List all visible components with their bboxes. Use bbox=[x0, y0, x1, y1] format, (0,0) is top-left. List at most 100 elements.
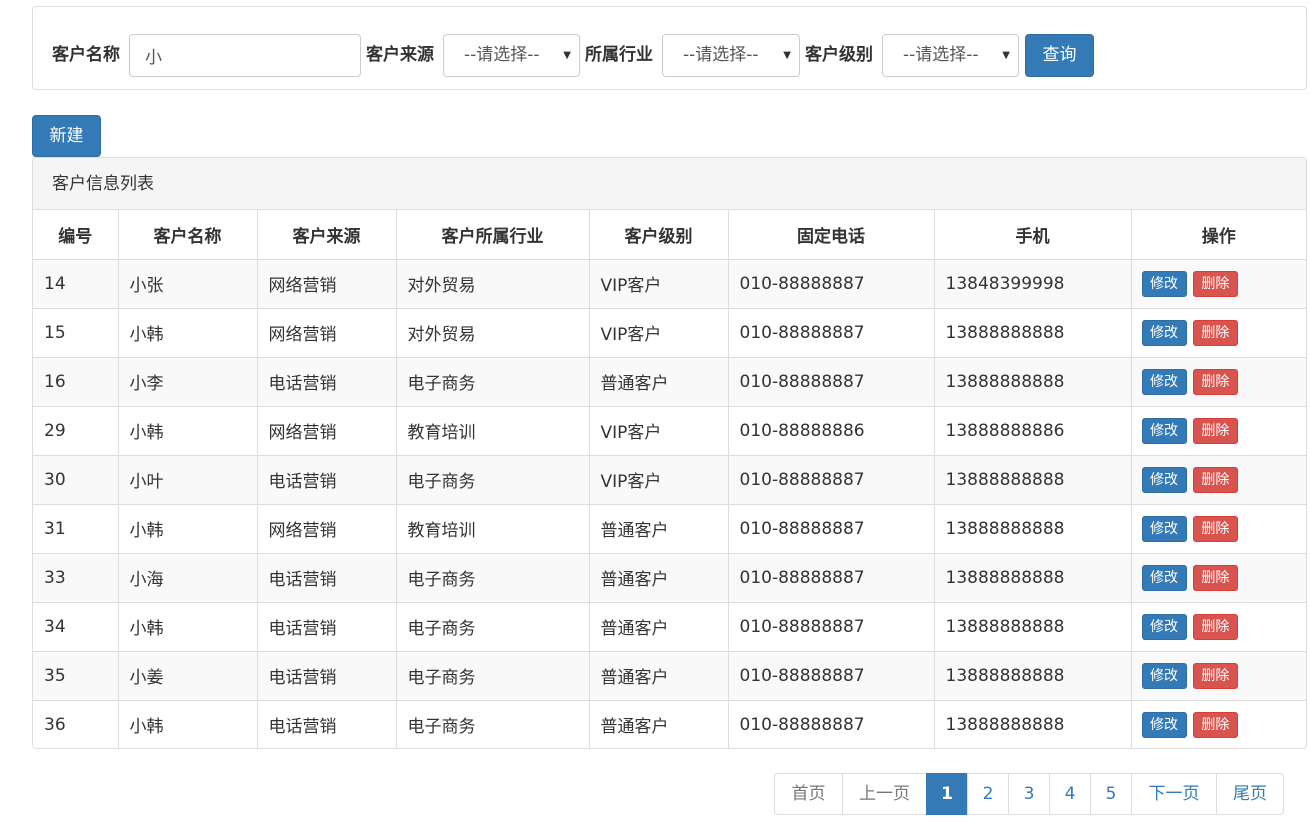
page-next-link[interactable]: 下一页 bbox=[1131, 773, 1217, 815]
query-button[interactable]: 查询 bbox=[1025, 34, 1094, 77]
page-4-link[interactable]: 4 bbox=[1049, 773, 1091, 815]
table-row: 29 小韩 网络营销 教育培训 VIP客户 010-88888886 13888888886… bbox=[33, 406, 1306, 456]
customer-source-label: 客户来源 bbox=[366, 45, 434, 65]
delete-button[interactable]: 删除 bbox=[1192, 564, 1238, 591]
table-header-col-source: 客户来源 bbox=[257, 210, 397, 260]
customer-source-select[interactable]: --请选择-- ▼ bbox=[443, 34, 580, 77]
edit-button[interactable]: 修改 bbox=[1141, 662, 1187, 689]
table-row: 14 小张 网络营销 对外贸易 VIP客户 010-88888887 13848399998… bbox=[33, 259, 1306, 309]
cell-id: 34 bbox=[33, 602, 119, 652]
cell-industry: 电子商务 bbox=[396, 553, 590, 603]
cell-level: 普通客户 bbox=[589, 357, 729, 407]
customer-name-label: 客户名称 bbox=[52, 45, 120, 65]
delete-button[interactable]: 删除 bbox=[1192, 662, 1238, 689]
cell-mobile: 13888888888 bbox=[934, 455, 1132, 505]
cell-source: 电话营销 bbox=[257, 602, 397, 652]
cell-industry: 电子商务 bbox=[396, 700, 590, 748]
cell-source: 网络营销 bbox=[257, 504, 397, 554]
chevron-down-icon: ▼ bbox=[1002, 50, 1010, 61]
edit-button[interactable]: 修改 bbox=[1141, 270, 1187, 297]
cell-mobile: 13888888888 bbox=[934, 357, 1132, 407]
customer-name-input[interactable] bbox=[129, 34, 361, 77]
edit-button[interactable]: 修改 bbox=[1141, 711, 1187, 738]
chevron-down-icon: ▼ bbox=[783, 50, 791, 61]
delete-button[interactable]: 删除 bbox=[1192, 466, 1238, 493]
edit-button[interactable]: 修改 bbox=[1141, 417, 1187, 444]
pagination: 首页 上一页 1 2 3 4 5 下一页 尾页 bbox=[774, 773, 1284, 815]
page-1-link[interactable]: 1 bbox=[926, 773, 968, 815]
cell-actions: 修改 删除 bbox=[1131, 308, 1306, 358]
delete-button[interactable]: 删除 bbox=[1192, 515, 1238, 542]
table-row: 34 小韩 电话营销 电子商务 普通客户 010-88888887 13888888888 修… bbox=[33, 602, 1306, 652]
cell-mobile: 13888888888 bbox=[934, 308, 1132, 358]
edit-button[interactable]: 修改 bbox=[1141, 466, 1187, 493]
customer-level-select[interactable]: --请选择-- ▼ bbox=[882, 34, 1019, 77]
delete-button[interactable]: 删除 bbox=[1192, 613, 1238, 640]
cell-level: VIP客户 bbox=[589, 406, 729, 456]
cell-industry: 教育培训 bbox=[396, 504, 590, 554]
cell-actions: 修改 删除 bbox=[1131, 504, 1306, 554]
page-3-link[interactable]: 3 bbox=[1008, 773, 1050, 815]
cell-actions: 修改 删除 bbox=[1131, 602, 1306, 652]
edit-button[interactable]: 修改 bbox=[1141, 564, 1187, 591]
cell-id: 16 bbox=[33, 357, 119, 407]
table-header-col-phone: 固定电话 bbox=[728, 210, 935, 260]
cell-name: 小海 bbox=[118, 553, 258, 603]
industry-value: --请选择-- bbox=[683, 45, 759, 65]
cell-level: 普通客户 bbox=[589, 700, 729, 748]
cell-name: 小韩 bbox=[118, 308, 258, 358]
edit-button[interactable]: 修改 bbox=[1141, 515, 1187, 542]
cell-actions: 修改 删除 bbox=[1131, 455, 1306, 505]
cell-actions: 修改 删除 bbox=[1131, 357, 1306, 407]
cell-source: 电话营销 bbox=[257, 553, 397, 603]
delete-button[interactable]: 删除 bbox=[1192, 319, 1238, 346]
cell-name: 小叶 bbox=[118, 455, 258, 505]
cell-name: 小姜 bbox=[118, 651, 258, 701]
cell-phone: 010-88888887 bbox=[728, 455, 935, 505]
cell-phone: 010-88888887 bbox=[728, 259, 935, 309]
delete-button[interactable]: 删除 bbox=[1192, 368, 1238, 395]
cell-phone: 010-88888887 bbox=[728, 700, 935, 748]
new-customer-button[interactable]: 新建 bbox=[32, 115, 101, 157]
table-row: 30 小叶 电话营销 电子商务 VIP客户 010-88888887 13888888888… bbox=[33, 455, 1306, 505]
cell-source: 电话营销 bbox=[257, 651, 397, 701]
table-row: 16 小李 电话营销 电子商务 普通客户 010-88888887 13888888888 修… bbox=[33, 357, 1306, 407]
cell-level: 普通客户 bbox=[589, 651, 729, 701]
table-body: 14 小张 网络营销 对外贸易 VIP客户 010-88888887 13848399998… bbox=[33, 259, 1306, 748]
cell-mobile: 13888888886 bbox=[934, 406, 1132, 456]
cell-name: 小李 bbox=[118, 357, 258, 407]
cell-industry: 对外贸易 bbox=[396, 259, 590, 309]
edit-button[interactable]: 修改 bbox=[1141, 368, 1187, 395]
delete-button[interactable]: 删除 bbox=[1192, 270, 1238, 297]
page-last-link[interactable]: 尾页 bbox=[1216, 773, 1284, 815]
cell-name: 小张 bbox=[118, 259, 258, 309]
cell-phone: 010-88888887 bbox=[728, 308, 935, 358]
customer-level-label: 客户级别 bbox=[805, 45, 873, 65]
cell-phone: 010-88888887 bbox=[728, 504, 935, 554]
table-header-row: 编号 客户名称 客户来源 客户所属行业 客户级别 固定电话 手机 操作 bbox=[33, 210, 1306, 260]
cell-source: 网络营销 bbox=[257, 406, 397, 456]
page-5-link[interactable]: 5 bbox=[1090, 773, 1132, 815]
delete-button[interactable]: 删除 bbox=[1192, 711, 1238, 738]
page-first-link[interactable]: 首页 bbox=[774, 773, 843, 815]
table-row: 31 小韩 网络营销 教育培训 普通客户 010-88888887 13888888888 修… bbox=[33, 504, 1306, 554]
cell-name: 小韩 bbox=[118, 504, 258, 554]
delete-button[interactable]: 删除 bbox=[1192, 417, 1238, 444]
cell-source: 网络营销 bbox=[257, 259, 397, 309]
cell-mobile: 13888888888 bbox=[934, 553, 1132, 603]
cell-source: 网络营销 bbox=[257, 308, 397, 358]
customer-list-panel: 客户信息列表 编号 客户名称 客户来源 客户所属行业 客户级别 固定电话 手机 操作 14 小张… bbox=[32, 157, 1307, 749]
industry-select[interactable]: --请选择-- ▼ bbox=[662, 34, 800, 77]
cell-mobile: 13888888888 bbox=[934, 700, 1132, 748]
cell-level: VIP客户 bbox=[589, 308, 729, 358]
table-header-col-actions: 操作 bbox=[1131, 210, 1306, 260]
cell-industry: 教育培训 bbox=[396, 406, 590, 456]
table-header-col-industry: 客户所属行业 bbox=[396, 210, 590, 260]
edit-button[interactable]: 修改 bbox=[1141, 613, 1187, 640]
edit-button[interactable]: 修改 bbox=[1141, 319, 1187, 346]
page-prev-link[interactable]: 上一页 bbox=[842, 773, 927, 815]
cell-actions: 修改 删除 bbox=[1131, 700, 1306, 748]
table-header-col-name: 客户名称 bbox=[118, 210, 258, 260]
cell-level: VIP客户 bbox=[589, 259, 729, 309]
page-2-link[interactable]: 2 bbox=[967, 773, 1009, 815]
